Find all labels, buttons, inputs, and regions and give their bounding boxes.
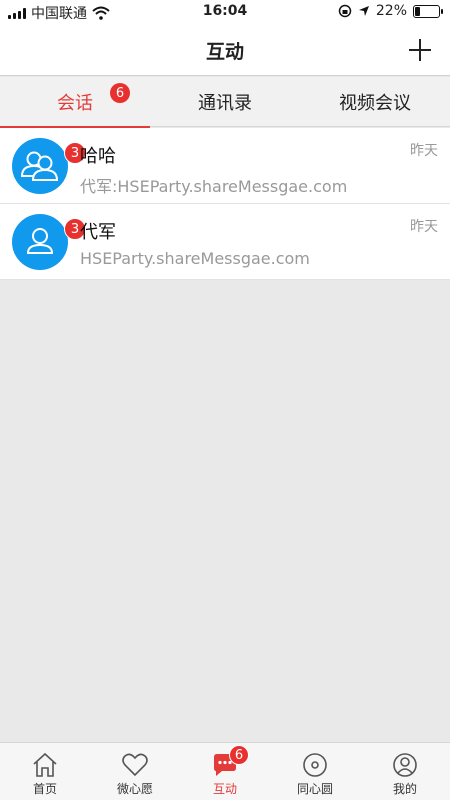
tab-contacts[interactable]: 通讯录 <box>150 77 300 127</box>
tab-badge: 6 <box>110 83 130 103</box>
circle-icon <box>303 753 327 777</box>
nav-label: 我的 <box>392 782 417 796</box>
conversation-preview: HSEParty.shareMessgae.com <box>80 249 310 268</box>
battery-fill <box>415 6 420 16</box>
nav-wishes[interactable]: 微心愿 <box>90 743 180 800</box>
battery-percent: 22% <box>375 3 407 19</box>
tab-label: 通讯录 <box>198 93 252 114</box>
group-avatar-icon: 3 <box>12 138 86 194</box>
nav-label: 互动 <box>212 782 237 796</box>
user-avatar-icon: 3 <box>12 214 86 270</box>
status-bar: 中国联通 16:04 22% <box>0 0 450 24</box>
tab-label: 视频会议 <box>339 93 411 114</box>
status-right: 22% <box>338 3 443 19</box>
nav-interaction[interactable]: 6 互动 <box>180 743 270 800</box>
nav-label: 微心愿 <box>116 782 153 796</box>
nav-profile[interactable]: 我的 <box>360 743 450 800</box>
tab-video-meeting[interactable]: 视频会议 <box>300 77 450 127</box>
home-icon <box>33 752 57 777</box>
list-item[interactable]: 3 代军 HSEParty.shareMessgae.com 昨天 <box>0 204 450 280</box>
heart-icon <box>122 753 148 777</box>
conversation-preview: 代军:HSEParty.shareMessgae.com <box>80 177 348 196</box>
profile-icon <box>393 753 417 777</box>
plus-icon[interactable] <box>402 32 438 68</box>
conversation-list: 3 哈哈 代军:HSEParty.shareMessgae.com 昨天 3 代… <box>0 128 450 280</box>
tab-bar: 会话 6 通讯录 视频会议 <box>0 77 450 128</box>
battery-icon <box>413 4 443 18</box>
conversation-time: 昨天 <box>410 219 438 235</box>
nav-bar: 互动 <box>0 24 450 76</box>
nav-label: 首页 <box>32 782 57 796</box>
rotation-lock-icon <box>338 4 352 18</box>
nav-home[interactable]: 首页 <box>0 743 90 800</box>
nav-circle[interactable]: 同心圆 <box>270 743 360 800</box>
list-item[interactable]: 3 哈哈 代军:HSEParty.shareMessgae.com 昨天 <box>0 128 450 204</box>
conversation-name: 哈哈 <box>80 146 116 167</box>
tab-label: 会话 <box>57 93 93 114</box>
page-title: 互动 <box>205 41 244 63</box>
nav-label: 同心圆 <box>296 782 333 796</box>
conversation-time: 昨天 <box>410 143 438 159</box>
nav-badge: 6 <box>229 745 249 765</box>
location-icon <box>358 6 369 16</box>
chat-icon-wrap: 6 <box>211 745 249 779</box>
bottom-nav: 首页 微心愿 6 互动 同心圆 我的 <box>0 742 450 800</box>
conversation-name: 代军 <box>80 222 116 243</box>
tab-conversations[interactable]: 会话 6 <box>0 77 150 128</box>
